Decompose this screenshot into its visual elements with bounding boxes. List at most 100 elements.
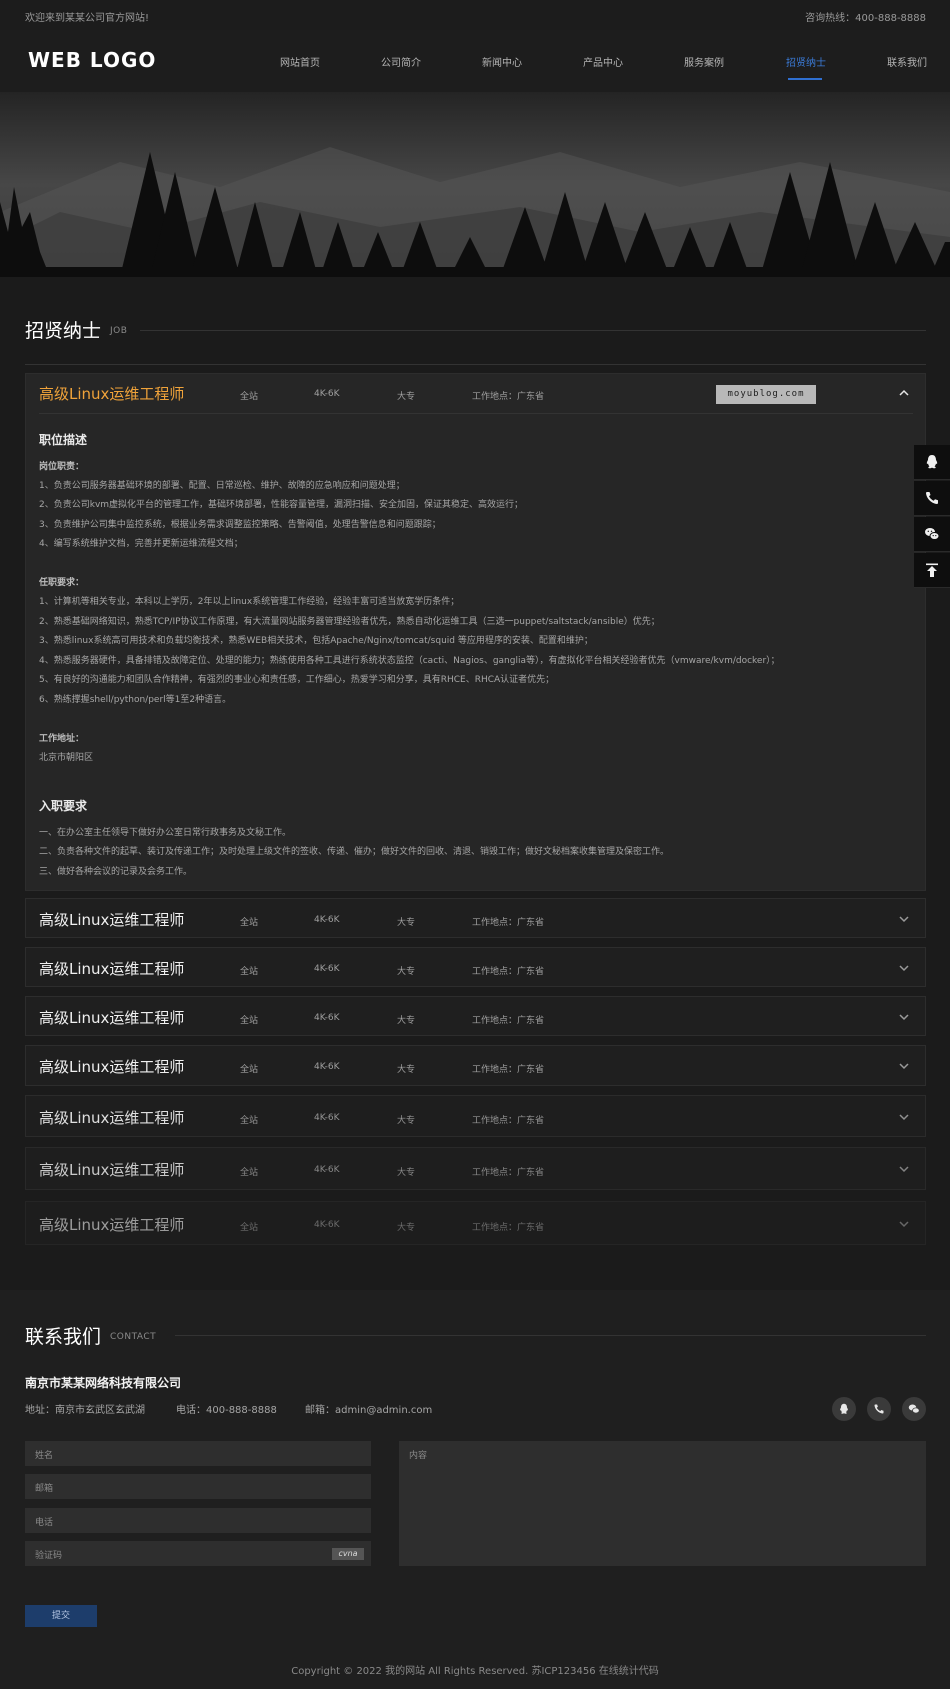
job-item[interactable]: 高级Linux运维工程师 全站 4K-6K 大专 工作地点：广东省	[25, 1201, 926, 1245]
name-input[interactable]: 姓名	[25, 1441, 371, 1466]
job-education: 大专	[397, 1116, 416, 1126]
requirement-line: 4、熟悉服务器硬件，具备排错及故障定位、处理的能力；熟练使用各种工具进行系统状态…	[39, 656, 780, 666]
job-type: 全站	[240, 918, 259, 928]
job-education: 大专	[397, 1065, 416, 1075]
requirement-line: 6、熟练撑握shell/python/perl等1至2种语言。	[39, 695, 232, 705]
entry-requirements-heading: 入职要求	[39, 799, 88, 813]
contact-section-subtitle: CONTACT	[110, 1332, 157, 1342]
job-type: 全站	[240, 1168, 259, 1178]
chevron-down-icon[interactable]	[899, 1061, 909, 1071]
chevron-down-icon[interactable]	[899, 914, 909, 924]
chevron-down-icon[interactable]	[899, 1219, 909, 1229]
job-location: 工作地点：广东省	[472, 1116, 545, 1126]
nav-cases[interactable]: 服务案例	[684, 54, 724, 69]
contact-qq-button[interactable]	[832, 1397, 856, 1421]
qq-icon	[926, 455, 938, 469]
captcha-image[interactable]: cvna	[332, 1548, 364, 1560]
job-item[interactable]: 高级Linux运维工程师 全站 4K-6K 大专 工作地点：广东省	[25, 996, 926, 1036]
nav-products[interactable]: 产品中心	[583, 54, 623, 69]
job-education: 大专	[397, 918, 416, 928]
job-item[interactable]: 高级Linux运维工程师 全站 4K-6K 大专 工作地点：广东省	[25, 1095, 926, 1137]
job-education: 大专	[397, 392, 416, 402]
email-input[interactable]: 邮箱	[25, 1474, 371, 1499]
requirement-line: 1、计算机等相关专业，本科以上学历，2年以上linux系统管理工作经验，经验丰富…	[39, 597, 460, 607]
company-address: 地址：南京市玄武区玄武湖	[25, 1405, 145, 1416]
submit-button[interactable]: 提交	[25, 1605, 97, 1627]
job-location: 工作地点：广东省	[472, 1016, 545, 1026]
top-bar: 欢迎来到某某公司官方网站! 咨询热线：400-888-8888	[0, 0, 950, 30]
job-title[interactable]: 高级Linux运维工程师	[39, 958, 184, 979]
message-textarea[interactable]: 内容	[399, 1441, 926, 1566]
address-value: 北京市朝阳区	[39, 753, 94, 763]
phone-icon	[926, 492, 938, 504]
nav-about[interactable]: 公司简介	[381, 54, 421, 69]
requirement-line: 2、熟悉基础网络知识，熟悉TCP/IP协议工作原理，有大流量网站服务器管理经验者…	[39, 617, 660, 627]
job-title[interactable]: 高级Linux运维工程师	[39, 383, 184, 404]
section-divider	[175, 1335, 926, 1336]
job-salary: 4K-6K	[314, 1113, 340, 1123]
job-item-expanded: 高级Linux运维工程师 全站 4K-6K 大专 工作地点：广东省 moyubl…	[25, 373, 926, 891]
phone-input[interactable]: 电话	[25, 1508, 371, 1533]
job-location: 工作地点：广东省	[472, 1065, 545, 1075]
job-item[interactable]: 高级Linux运维工程师 全站 4K-6K 大专 工作地点：广东省	[25, 947, 926, 987]
job-salary: 4K-6K	[314, 1062, 340, 1072]
job-education: 大专	[397, 1016, 416, 1026]
company-phone: 电话：400-888-8888	[176, 1405, 277, 1416]
back-to-top-button[interactable]	[914, 553, 950, 588]
contact-section-title: 联系我们	[25, 1326, 102, 1348]
jobs-section-subtitle: JOB	[110, 326, 128, 336]
contact-phone-button[interactable]	[867, 1397, 891, 1421]
job-title[interactable]: 高级Linux运维工程师	[39, 909, 184, 930]
job-type: 全站	[240, 1065, 259, 1075]
contact-wechat-button[interactable]	[902, 1397, 926, 1421]
chevron-down-icon[interactable]	[899, 1112, 909, 1122]
chevron-down-icon[interactable]	[899, 1012, 909, 1022]
job-location: 工作地点：广东省	[472, 1168, 545, 1178]
job-location: 工作地点：广东省	[472, 918, 545, 928]
job-divider	[39, 413, 913, 414]
section-divider	[140, 330, 926, 331]
side-qq-button[interactable]	[914, 445, 950, 480]
job-description-heading: 职位描述	[39, 433, 88, 447]
nav-jobs[interactable]: 招贤纳士	[786, 54, 826, 69]
chevron-down-icon[interactable]	[899, 1164, 909, 1174]
side-wechat-button[interactable]	[914, 517, 950, 552]
copyright-text: Copyright © 2022 我的网站 All Rights Reserve…	[291, 1666, 659, 1677]
job-education: 大专	[397, 967, 416, 977]
captcha-placeholder: 验证码	[35, 1551, 63, 1561]
job-salary: 4K-6K	[314, 1165, 340, 1175]
nav-home[interactable]: 网站首页	[280, 54, 320, 69]
qq-icon	[840, 1403, 848, 1414]
job-education: 大专	[397, 1168, 416, 1178]
captcha-input[interactable]: 验证码 cvna	[25, 1541, 371, 1566]
company-email: 邮箱：admin@admin.com	[305, 1405, 433, 1416]
wechat-icon	[908, 1404, 920, 1414]
duty-line: 4、编写系统维护文档，完善并更新运维流程文档；	[39, 539, 243, 549]
job-title[interactable]: 高级Linux运维工程师	[39, 1056, 184, 1077]
nav-news[interactable]: 新闻中心	[482, 54, 522, 69]
chevron-up-icon[interactable]	[899, 388, 909, 398]
job-title[interactable]: 高级Linux运维工程师	[39, 1159, 184, 1180]
jobs-section-title: 招贤纳士	[25, 320, 102, 342]
job-item[interactable]: 高级Linux运维工程师 全站 4K-6K 大专 工作地点：广东省	[25, 1045, 926, 1086]
entry-line: 三、做好各种会议的记录及会务工作。	[39, 867, 193, 877]
watermark-stamp: moyublog.com	[716, 385, 816, 404]
job-type: 全站	[240, 1016, 259, 1026]
job-item[interactable]: 高级Linux运维工程师 全站 4K-6K 大专 工作地点：广东省	[25, 898, 926, 938]
back-to-top-icon	[926, 563, 938, 577]
job-salary: 4K-6K	[314, 915, 340, 925]
duty-line: 3、负责维护公司集中监控系统，根据业务需求调整监控策略、告警阈值，处理告警信息和…	[39, 520, 441, 530]
side-phone-button[interactable]	[914, 481, 950, 516]
job-item[interactable]: 高级Linux运维工程师 全站 4K-6K 大专 工作地点：广东省	[25, 1147, 926, 1190]
job-title[interactable]: 高级Linux运维工程师	[39, 1107, 184, 1128]
chevron-down-icon[interactable]	[899, 963, 909, 973]
job-salary: 4K-6K	[314, 1013, 340, 1023]
job-salary: 4K-6K	[314, 1220, 340, 1230]
nav-contact[interactable]: 联系我们	[887, 54, 927, 69]
phone-icon	[874, 1404, 884, 1414]
job-title[interactable]: 高级Linux运维工程师	[39, 1214, 184, 1235]
main-nav: 网站首页 公司简介 新闻中心 产品中心 服务案例 招贤纳士 联系我们	[0, 30, 950, 92]
job-type: 全站	[240, 1223, 259, 1233]
job-salary: 4K-6K	[314, 964, 340, 974]
job-title[interactable]: 高级Linux运维工程师	[39, 1007, 184, 1028]
